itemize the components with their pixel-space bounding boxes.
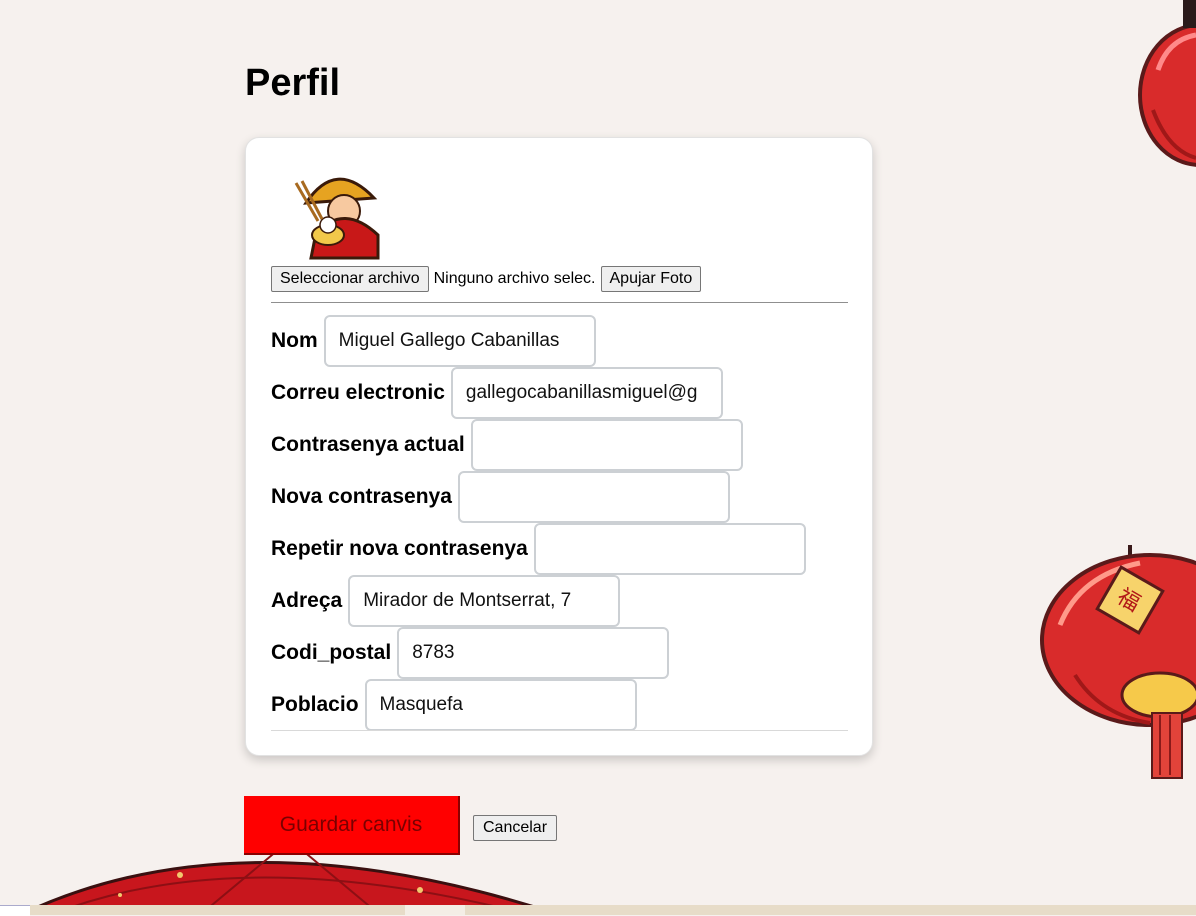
cancel-button[interactable]: Cancelar	[473, 815, 558, 841]
email-label: Correu electronic	[271, 381, 445, 404]
field-nova-contrasenya: Nova contrasenya	[271, 471, 730, 523]
current-password-label: Contrasenya actual	[271, 433, 465, 456]
page-title: Perfil	[245, 62, 341, 104]
upload-photo-button[interactable]: Apujar Foto	[600, 266, 702, 292]
city-label: Poblacio	[271, 693, 359, 716]
photo-upload-row: Seleccionar archivo Ninguno archivo sele…	[271, 266, 702, 292]
field-contrasenya-actual: Contrasenya actual	[271, 419, 743, 471]
address-label: Adreça	[271, 589, 343, 612]
new-password-label: Nova contrasenya	[271, 485, 452, 508]
field-nom: Nom	[271, 315, 596, 367]
divider	[271, 302, 848, 303]
email-input[interactable]	[450, 367, 723, 419]
new-password-input[interactable]	[457, 471, 730, 523]
file-status-text: Ninguno archivo selec.	[433, 270, 596, 287]
address-input[interactable]	[348, 575, 621, 627]
status-icon	[0, 905, 30, 916]
field-codi-postal: Codi_postal	[271, 627, 670, 679]
field-correu: Correu electronic	[271, 367, 723, 419]
bottom-bar	[0, 905, 1196, 915]
field-repetir-contrasenya: Repetir nova contrasenya	[271, 523, 806, 575]
lantern-icon: 福	[1040, 545, 1196, 779]
field-poblacio: Poblacio	[271, 679, 637, 731]
divider	[271, 730, 848, 731]
nom-input[interactable]	[323, 315, 596, 367]
chef-avatar	[294, 177, 380, 260]
nom-label: Nom	[271, 329, 318, 352]
profile-card: Seleccionar archivo Ninguno archivo sele…	[245, 137, 873, 756]
lantern-icon	[1138, 0, 1196, 167]
field-adreca: Adreça	[271, 575, 621, 627]
postal-code-input[interactable]	[397, 627, 670, 679]
postal-code-label: Codi_postal	[271, 641, 392, 664]
city-input[interactable]	[364, 679, 637, 731]
choose-file-button[interactable]: Seleccionar archivo	[271, 266, 429, 292]
current-password-input[interactable]	[470, 419, 743, 471]
repeat-password-input[interactable]	[533, 523, 806, 575]
save-button[interactable]: Guardar canvis	[244, 796, 460, 855]
repeat-password-label: Repetir nova contrasenya	[271, 537, 528, 560]
